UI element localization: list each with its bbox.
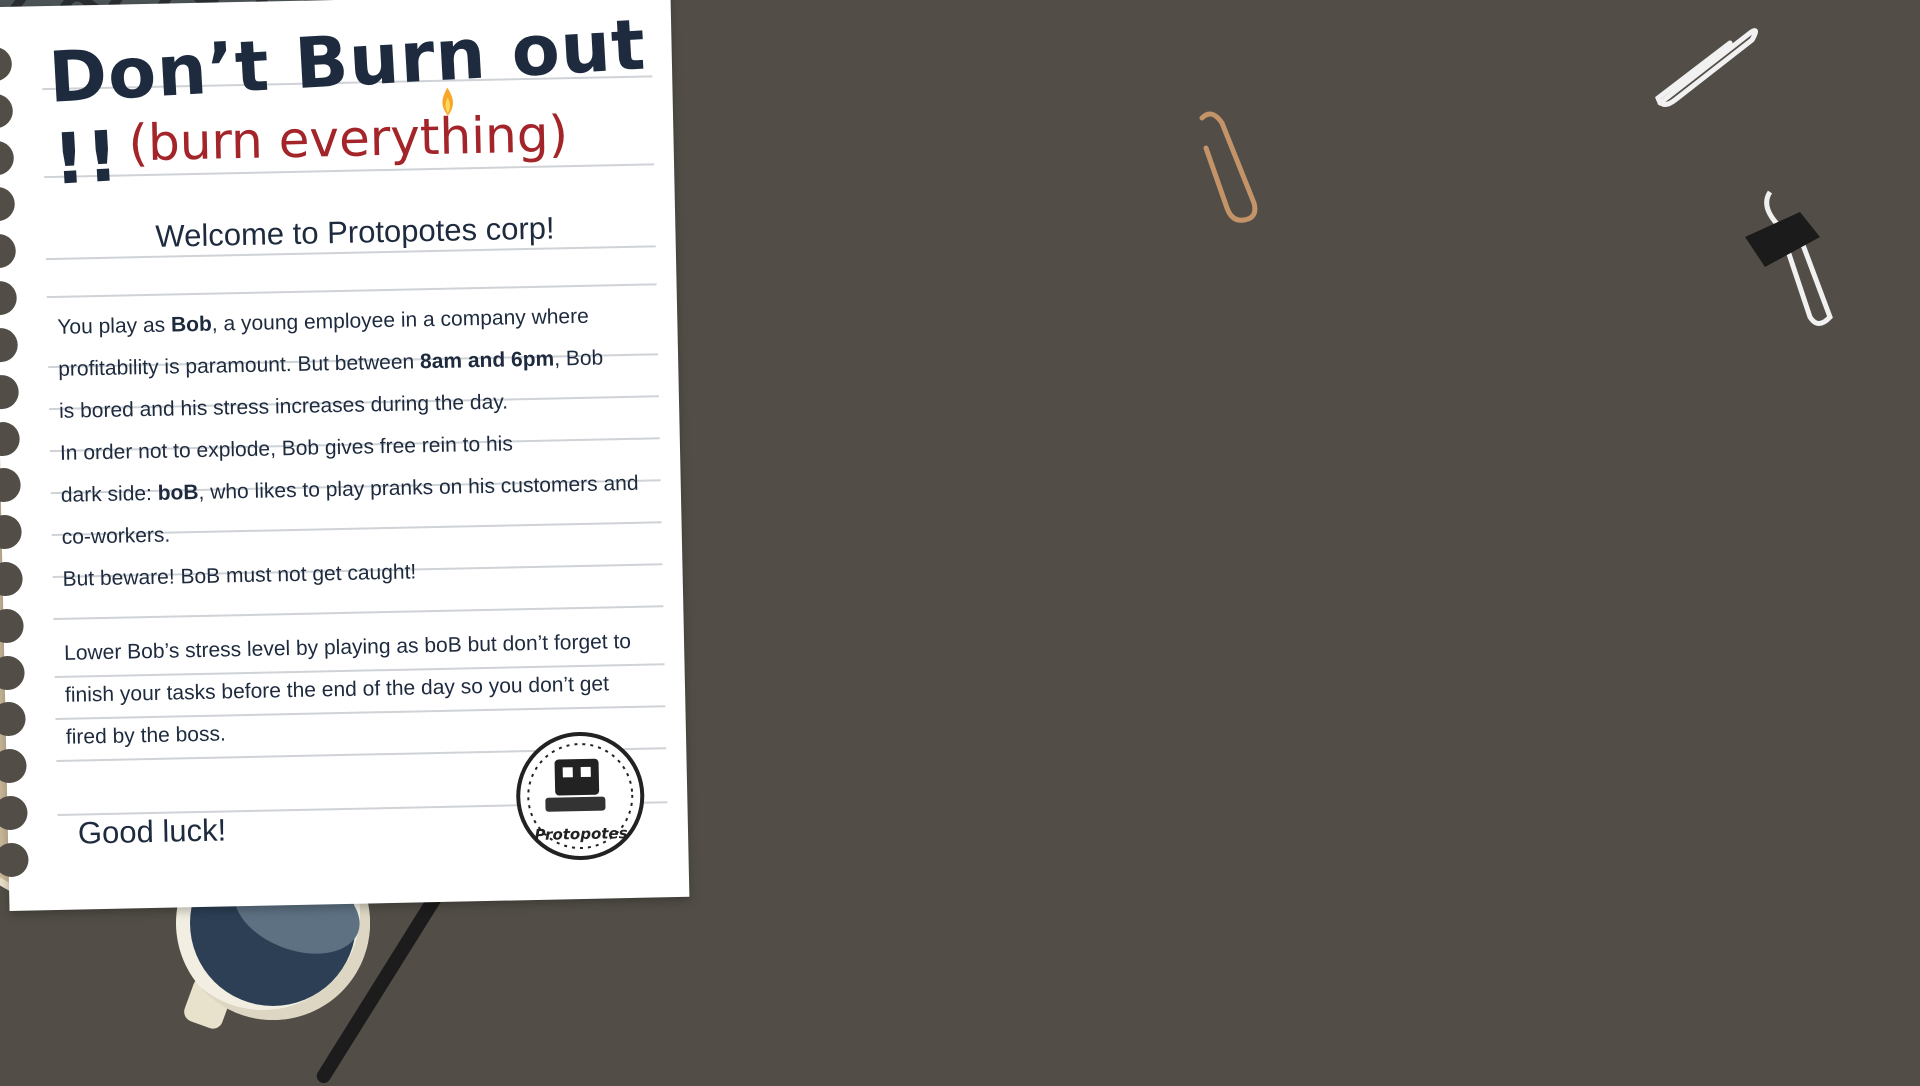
svg-text:Protopotes: Protopotes [534, 824, 627, 844]
intro-line-3: is bored and his stress increases during… [58, 390, 509, 423]
goal-line-1: Lower Bob’s stress level by playing as b… [63, 629, 632, 665]
protopotes-logo-icon: Protopotes [516, 732, 645, 861]
paperclip-gold-icon [1199, 111, 1258, 223]
game-subtitle: (burn everything) [127, 105, 569, 173]
goal-line-3: fired by the boss. [65, 722, 227, 749]
good-luck-text: Good luck! [77, 812, 227, 851]
instructions-sheet: Don’t Burn out !! (burn everything) Welc… [0, 0, 690, 912]
intro-line-2: profitability is paramount. But between … [57, 346, 604, 381]
binder-clip-icon [1745, 190, 1833, 326]
intro-line-5: dark side: boB, who likes to play pranks… [60, 471, 639, 507]
intro-line-4: In order not to explode, Bob gives free … [59, 432, 514, 465]
paperclip-icon [1655, 28, 1758, 107]
intro-line-6: co-workers. [61, 523, 171, 549]
intro-line-7: But beware! BoB must not get caught! [62, 560, 417, 591]
goal-line-2: finish your tasks before the end of the … [64, 672, 610, 707]
torn-edge [0, 46, 35, 878]
intro-line-1: You play as Bob, a young employee in a c… [57, 304, 589, 339]
